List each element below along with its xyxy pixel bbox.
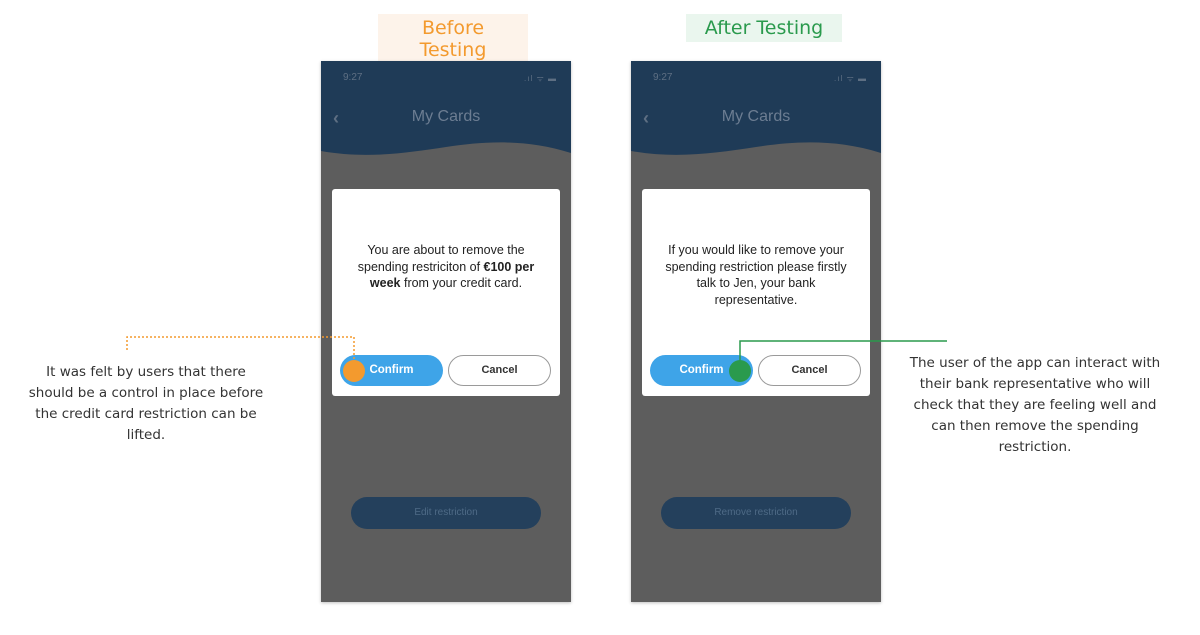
before-note: It was felt by users that there should b… — [28, 364, 264, 443]
after-marker-dot — [729, 360, 751, 382]
before-connector-line — [126, 336, 355, 361]
annotation-connectors — [126, 336, 947, 361]
after-note: The user of the app can interact with th… — [909, 355, 1161, 455]
before-marker-dot — [343, 360, 365, 382]
